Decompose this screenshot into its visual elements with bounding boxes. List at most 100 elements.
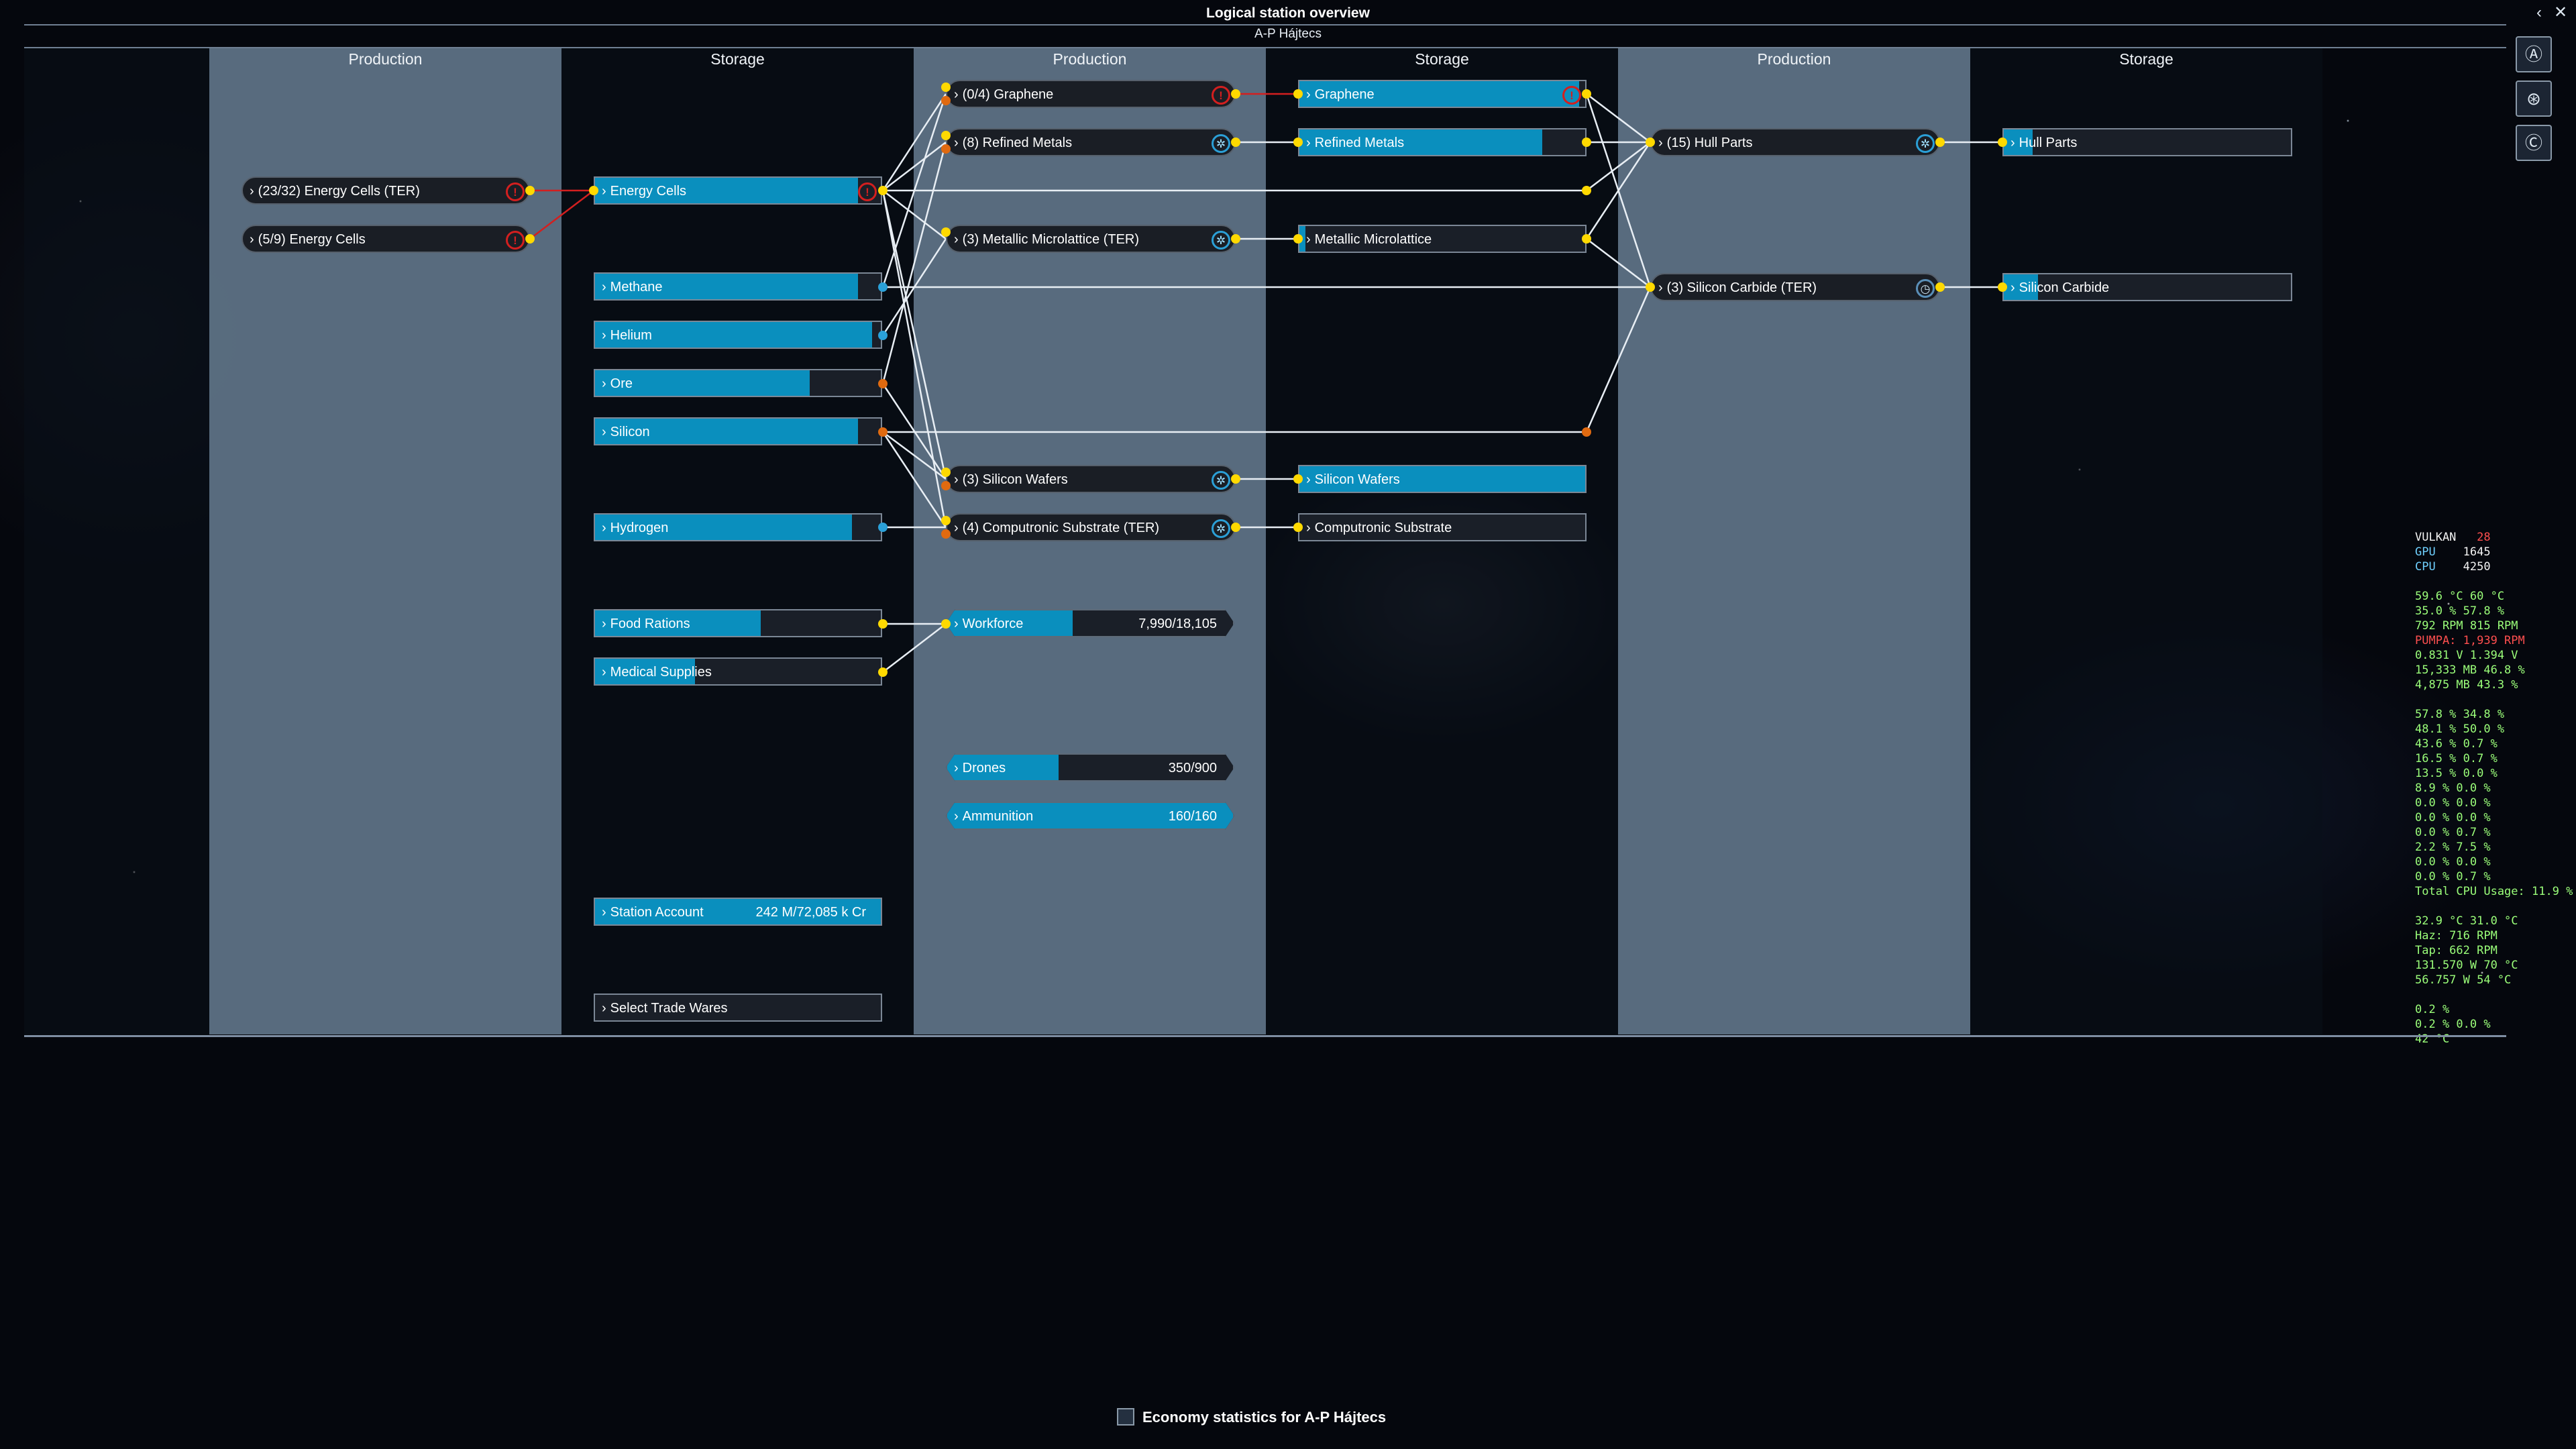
production-module[interactable]: › (15) Hull Parts ✲ [1650,128,1940,156]
drones-value: 350/900 [1168,761,1217,775]
storage-ware[interactable]: › Medical Supplies [594,657,882,686]
module-label: (15) Hull Parts [1666,136,1753,150]
perf-core: 0.0 % 0.0 % [2415,811,2491,824]
chevron-right-icon: › [954,809,959,824]
perf-line: 15,333 MB 46.8 % [2415,663,2525,677]
storage-ware[interactable]: › Methane [594,272,882,301]
perf-line: 0.2 % 0.0 % [2415,1018,2491,1031]
warning-icon: ! [858,182,877,201]
ware-label: Hydrogen [610,521,669,535]
gear-icon: ✲ [1212,519,1230,538]
workforce-resource[interactable]: › Workforce 7,990/18,105 [946,609,1234,637]
chevron-right-icon: › [602,184,606,199]
perf-line: 0.831 V 1.394 V [2415,649,2518,662]
chevron-right-icon: › [1306,136,1311,150]
storage-ware[interactable]: › Food Rations [594,609,882,637]
module-label: (3) Metallic Microlattice (TER) [962,232,1140,247]
chevron-right-icon: › [602,616,606,631]
perf-line: 4,875 MB 43.3 % [2415,678,2518,692]
chevron-right-icon: › [602,665,606,680]
ware-label: Methane [610,280,663,294]
chevron-right-icon: › [954,472,959,487]
storage-ware[interactable]: › Silicon Wafers [1298,465,1587,493]
production-module[interactable]: › (3) Silicon Wafers ✲ [946,465,1236,493]
production-module[interactable]: › (3) Silicon Carbide (TER) ◷ [1650,273,1940,301]
warning-icon: ! [506,231,525,250]
ware-label: Helium [610,328,652,343]
module-label: (0/4) Graphene [962,87,1054,102]
ammunition-resource[interactable]: › Ammunition 160/160 [946,802,1234,830]
map-icon[interactable]: ⊛ [2516,80,2552,117]
station-account-button[interactable]: › Station Account 242 M/72,085 k Cr [594,898,882,926]
production-module[interactable]: › (5/9) Energy Cells ! [241,225,530,253]
storage-ware[interactable]: › Silicon Carbide [2002,273,2292,301]
economy-statistics-toggle[interactable]: Economy statistics for A-P Hájtecs [1117,1408,1386,1426]
perf-line: 131.570 W 70 °C [2415,959,2518,972]
perf-core: 16.5 % 0.7 % [2415,752,2498,765]
chevron-right-icon: › [250,232,254,247]
chevron-right-icon: › [602,1001,606,1016]
chevron-right-icon: › [1306,472,1311,487]
gear-icon: ✲ [1212,134,1230,153]
perf-line: Haz: 716 RPM [2415,929,2498,943]
production-module[interactable]: › (23/32) Energy Cells (TER) ! [241,176,530,205]
storage-ware[interactable]: › Metallic Microlattice [1298,225,1587,253]
perf-core: 8.9 % 0.0 % [2415,782,2491,795]
storage-ware[interactable]: › Ore [594,369,882,397]
production-module[interactable]: › (4) Computronic Substrate (TER) ✲ [946,513,1236,541]
module-label: (4) Computronic Substrate (TER) [962,521,1160,535]
storage-ware[interactable]: › Refined Metals [1298,128,1587,156]
perf-line: 32.9 °C 31.0 °C [2415,914,2518,928]
perf-pump: PUMPA: 1,939 RPM [2415,634,2525,647]
autopilot-icon[interactable]: Ⓐ [2516,36,2552,72]
chevron-right-icon: › [954,616,959,631]
checkbox-icon[interactable] [1117,1408,1134,1426]
module-label: (5/9) Energy Cells [258,232,366,247]
ware-label: Silicon Carbide [2019,280,2110,295]
gear-icon: ✲ [1212,471,1230,490]
comm-icon[interactable]: Ⓒ [2516,125,2552,161]
perf-core: 0.0 % 0.0 % [2415,855,2491,869]
perf-core: 43.6 % 0.7 % [2415,737,2498,751]
ware-label: Food Rations [610,616,690,631]
storage-ware[interactable]: › Energy Cells ! [594,176,882,205]
perf-core: 0.0 % 0.0 % [2415,796,2491,810]
ware-label: Energy Cells [610,184,687,199]
chevron-right-icon: › [1306,87,1311,102]
performance-overlay: VULKAN 28 GPU 1645 CPU 4250 59.6 °C 60 °… [2415,530,2573,1046]
warning-icon: ! [1212,86,1230,105]
account-value: 242 M/72,085 k Cr [755,905,866,920]
chevron-right-icon: › [602,280,606,294]
clock-icon: ◷ [1916,279,1935,298]
storage-ware[interactable]: › Hull Parts [2002,128,2292,156]
storage-ware[interactable]: › Graphene ! [1298,80,1587,108]
storage-ware[interactable]: › Helium [594,321,882,349]
trade-label: Select Trade Wares [610,1001,728,1016]
gear-icon: ✲ [1212,231,1230,250]
chevron-right-icon: › [954,136,959,150]
chevron-right-icon: › [250,184,254,199]
select-trade-wares-button[interactable]: › Select Trade Wares [594,994,882,1022]
module-label: (3) Silicon Carbide (TER) [1666,280,1817,295]
overview-bottom-divider [24,1035,2506,1037]
storage-ware[interactable]: › Hydrogen [594,513,882,541]
storage-ware[interactable]: › Silicon [594,417,882,445]
ware-label: Medical Supplies [610,665,712,680]
warning-icon: ! [506,182,525,201]
perf-cpu: 4250 [2463,560,2491,574]
ware-label: Metallic Microlattice [1314,232,1432,247]
production-module[interactable]: › (0/4) Graphene ! [946,80,1236,108]
perf-line: 42 °C [2415,1032,2450,1046]
chevron-right-icon: › [602,905,606,920]
production-module[interactable]: › (3) Metallic Microlattice (TER) ✲ [946,225,1236,253]
perf-core: 0.0 % 0.7 % [2415,870,2491,883]
connection-lines [529,93,2002,673]
perf-line: 56.757 W 54 °C [2415,973,2512,987]
drones-resource[interactable]: › Drones 350/900 [946,753,1234,782]
chevron-right-icon: › [2010,136,2015,150]
chevron-right-icon: › [954,232,959,247]
production-module[interactable]: › (8) Refined Metals ✲ [946,128,1236,156]
ammunition-value: 160/160 [1168,809,1217,824]
chevron-right-icon: › [1658,136,1663,150]
storage-ware[interactable]: › Computronic Substrate [1298,513,1587,541]
